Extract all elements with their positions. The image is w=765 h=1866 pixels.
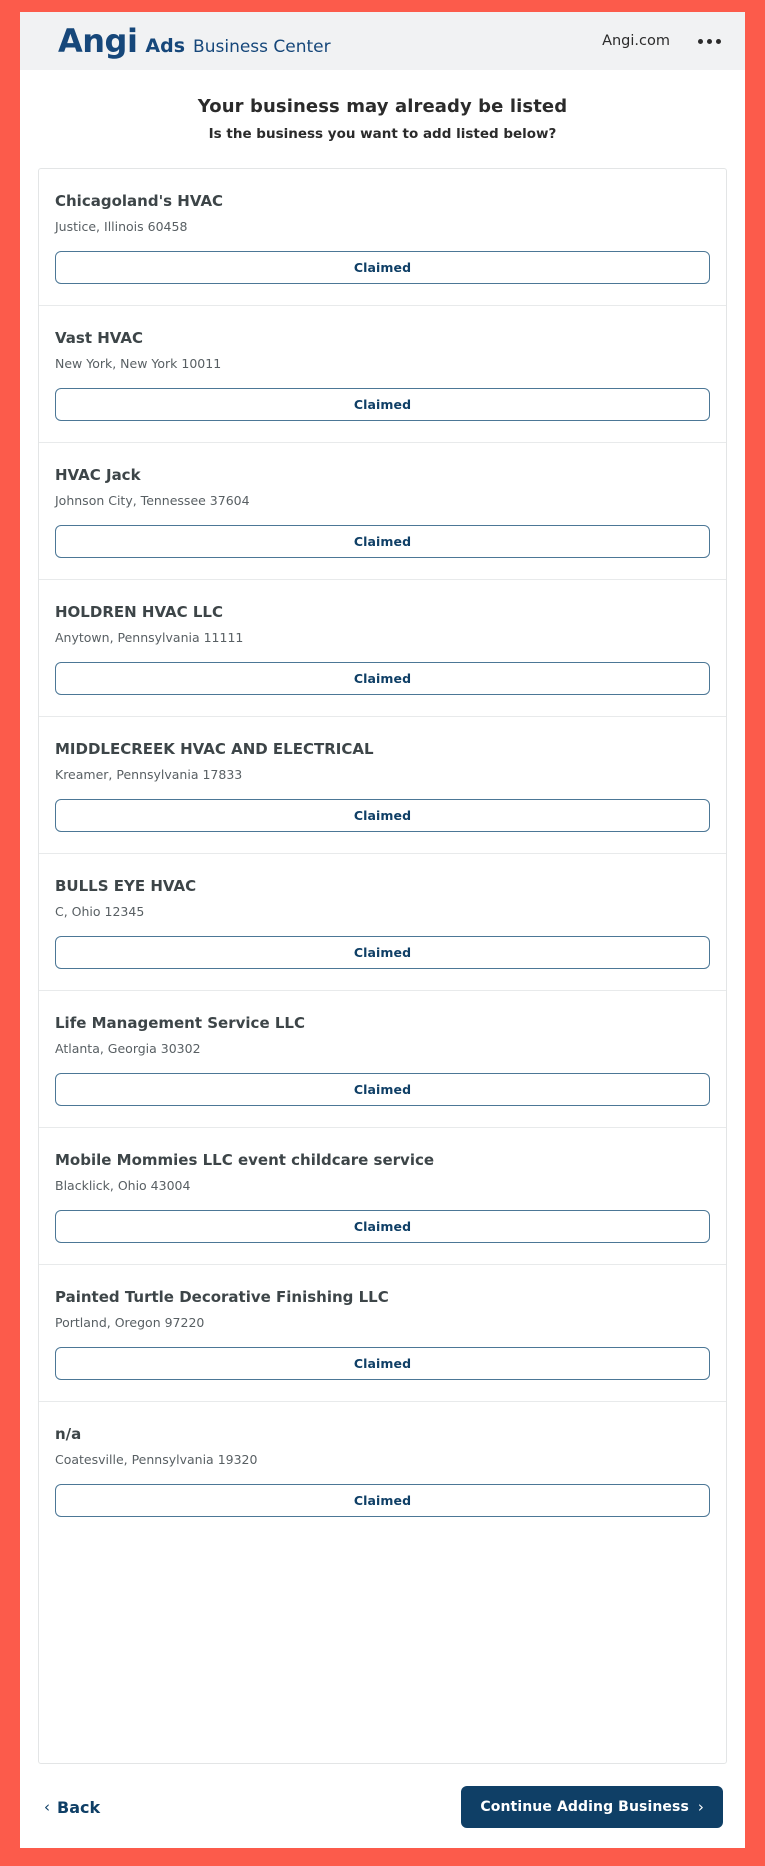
business-address: New York, New York 10011 <box>55 356 222 371</box>
claimed-button[interactable]: Claimed <box>55 662 710 695</box>
business-address: C, Ohio 12345 <box>55 904 145 919</box>
business-address: Justice, Illinois 60458 <box>55 219 188 234</box>
business-name: Painted Turtle Decorative Finishing LLC <box>55 1288 389 1306</box>
business-list-item: Life Management Service LLC Atlanta, Geor… <box>39 991 726 1128</box>
claimed-button[interactable]: Claimed <box>55 251 710 284</box>
kebab-dot-3 <box>716 38 721 44</box>
angi-com-link[interactable]: Angi.com <box>602 33 670 49</box>
page-heading-block: Your business may already be listed Is t… <box>20 70 745 158</box>
business-list-item: HVAC Jack Johnson City, Tennessee 37604 Cl… <box>39 443 726 580</box>
kebab-dot-2 <box>707 38 712 44</box>
page-subtitle: Is the business you want to add listed b… <box>208 126 557 142</box>
business-address: Johnson City, Tennessee 37604 <box>55 493 250 508</box>
business-list-item: HOLDREN HVAC LLC Anytown, Pennsylvania 11… <box>39 580 726 717</box>
business-name: BULLS EYE HVAC <box>55 877 197 895</box>
claimed-button[interactable]: Claimed <box>55 799 710 832</box>
claimed-button[interactable]: Claimed <box>55 1210 710 1243</box>
business-address: Anytown, Pennsylvania 11111 <box>55 630 244 645</box>
brand-logo-group[interactable]: Angi Ads Business Center <box>58 25 331 57</box>
business-name: HVAC Jack <box>55 466 141 484</box>
business-name: Chicagoland's HVAC <box>55 192 224 210</box>
back-button[interactable]: ‹ Back <box>42 1794 102 1821</box>
business-list-item: Vast HVAC New York, New York 10011 Claimed <box>39 306 726 443</box>
business-list-item: Painted Turtle Decorative Finishing LLC P… <box>39 1265 726 1402</box>
brand-ads-label: Ads <box>145 35 186 57</box>
app-header: Angi Ads Business Center Angi.com <box>20 12 745 70</box>
kebab-dot-1 <box>698 38 703 44</box>
page-title: Your business may already be listed <box>197 96 568 117</box>
claimed-button[interactable]: Claimed <box>55 388 710 421</box>
claimed-button[interactable]: Claimed <box>55 1073 710 1106</box>
business-name: Vast HVAC <box>55 329 143 347</box>
chevron-right-icon: › <box>697 1797 704 1816</box>
claimed-button[interactable]: Claimed <box>55 936 710 969</box>
business-list-item: n/a Coatesville, Pennsylvania 19320 Claime… <box>39 1402 726 1538</box>
page-footer: ‹ Back Continue Adding Business › <box>20 1764 745 1848</box>
claimed-button[interactable]: Claimed <box>55 1347 710 1380</box>
claimed-button[interactable]: Claimed <box>55 1484 710 1517</box>
business-name: Life Management Service LLC <box>55 1014 305 1032</box>
brand-business-center-label: Business Center <box>193 37 331 57</box>
business-name: MIDDLECREEK HVAC AND ELECTRICAL <box>55 740 374 758</box>
claimed-button[interactable]: Claimed <box>55 525 710 558</box>
continue-button-label: Continue Adding Business <box>480 1799 689 1815</box>
app-frame: Angi Ads Business Center Angi.com Your b… <box>0 0 765 1866</box>
continue-adding-business-button[interactable]: Continue Adding Business › <box>461 1786 723 1828</box>
header-right-group: Angi.com <box>602 33 723 50</box>
business-name: n/a <box>55 1425 82 1443</box>
business-address: Coatesville, Pennsylvania 19320 <box>55 1452 258 1467</box>
business-name: Mobile Mommies LLC event childcare servi… <box>55 1151 435 1169</box>
business-address: Blacklick, Ohio 43004 <box>55 1178 191 1193</box>
business-address: Atlanta, Georgia 30302 <box>55 1041 201 1056</box>
business-list-item: Mobile Mommies LLC event childcare servi… <box>39 1128 726 1265</box>
business-list-item: MIDDLECREEK HVAC AND ELECTRICAL Kreamer, … <box>39 717 726 854</box>
business-name: HOLDREN HVAC LLC <box>55 603 223 621</box>
chevron-left-icon: ‹ <box>44 1797 50 1816</box>
business-address: Kreamer, Pennsylvania 17833 <box>55 767 243 782</box>
app-window: Angi Ads Business Center Angi.com Your b… <box>20 12 745 1848</box>
business-address: Portland, Oregon 97220 <box>55 1315 205 1330</box>
business-list: Chicagoland's HVAC Justice, Illinois 6045… <box>38 168 727 1764</box>
back-button-label: Back <box>57 1797 101 1817</box>
kebab-menu-icon[interactable] <box>696 33 723 50</box>
business-list-item: Chicagoland's HVAC Justice, Illinois 6045… <box>39 169 726 306</box>
business-list-item: BULLS EYE HVAC C, Ohio 12345 Claimed <box>39 854 726 991</box>
angi-logo: Angi <box>58 22 138 60</box>
